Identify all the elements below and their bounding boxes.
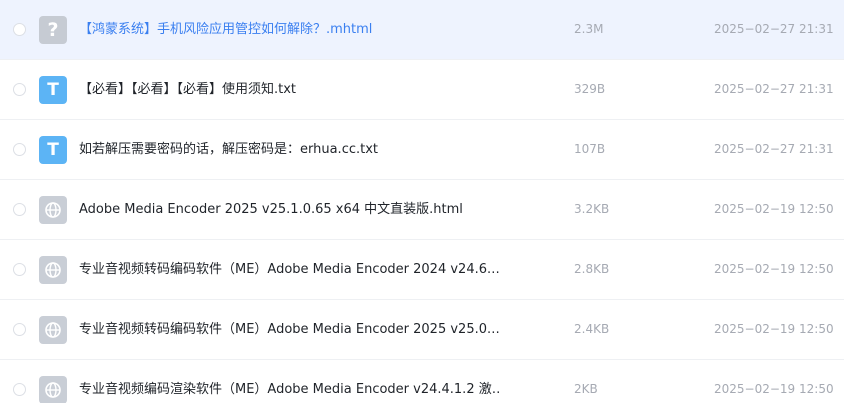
row-checkbox[interactable]	[13, 203, 26, 216]
web-file-icon	[39, 196, 67, 224]
row-checkbox[interactable]	[13, 143, 26, 156]
file-row[interactable]: Adobe Media Encoder 2025 v25.1.0.65 x64 …	[0, 180, 844, 240]
text-file-icon: T	[39, 136, 67, 164]
row-checkbox[interactable]	[13, 263, 26, 276]
file-date: 2025−02−27 21:31	[714, 22, 834, 36]
row-checkbox[interactable]	[13, 323, 26, 336]
file-size: 2KB	[574, 382, 598, 396]
file-date: 2025−02−27 21:31	[714, 82, 834, 96]
row-checkbox[interactable]	[13, 83, 26, 96]
row-checkbox[interactable]	[13, 383, 26, 396]
file-row[interactable]: 专业音视频编码渲染软件（ME）Adobe Media Encoder v24.4…	[0, 360, 844, 403]
file-row[interactable]: 专业音视频转码编码软件（ME）Adobe Media Encoder 2025 …	[0, 300, 844, 360]
web-file-icon	[39, 376, 67, 403]
file-name[interactable]: 专业音视频编码渲染软件（ME）Adobe Media Encoder v24.4…	[79, 360, 499, 403]
file-row[interactable]: T 【必看】【必看】【必看】使用须知.txt 329B 2025−02−27 2…	[0, 60, 844, 120]
web-file-icon	[39, 316, 67, 344]
row-checkbox[interactable]	[13, 23, 26, 36]
file-date: 2025−02−19 12:50	[714, 382, 834, 396]
question-icon: ?	[39, 16, 67, 44]
file-size: 2.4KB	[574, 322, 610, 336]
file-size: 3.2KB	[574, 202, 610, 216]
file-name[interactable]: 专业音视频转码编码软件（ME）Adobe Media Encoder 2025 …	[79, 300, 499, 359]
file-size: 2.8KB	[574, 262, 610, 276]
file-row[interactable]: T 如若解压需要密码的话，解压密码是：erhua.cc.txt 107B 202…	[0, 120, 844, 180]
file-date: 2025−02−19 12:50	[714, 202, 834, 216]
web-file-icon	[39, 256, 67, 284]
file-name[interactable]: Adobe Media Encoder 2025 v25.1.0.65 x64 …	[79, 180, 499, 239]
file-size: 107B	[574, 142, 606, 156]
file-size: 2.3M	[574, 22, 604, 36]
file-date: 2025−02−19 12:50	[714, 322, 834, 336]
file-size: 329B	[574, 82, 606, 96]
text-file-icon: T	[39, 76, 67, 104]
file-row[interactable]: ? 【鸿蒙系统】手机风险应用管控如何解除？.mhtml 2.3M 2025−02…	[0, 0, 844, 60]
file-name[interactable]: 如若解压需要密码的话，解压密码是：erhua.cc.txt	[79, 120, 499, 179]
file-row[interactable]: 专业音视频转码编码软件（ME）Adobe Media Encoder 2024 …	[0, 240, 844, 300]
file-name[interactable]: 专业音视频转码编码软件（ME）Adobe Media Encoder 2024 …	[79, 240, 499, 299]
file-date: 2025−02−27 21:31	[714, 142, 834, 156]
file-list: ? 【鸿蒙系统】手机风险应用管控如何解除？.mhtml 2.3M 2025−02…	[0, 0, 844, 403]
file-name[interactable]: 【鸿蒙系统】手机风险应用管控如何解除？.mhtml	[79, 0, 499, 59]
file-name[interactable]: 【必看】【必看】【必看】使用须知.txt	[79, 60, 499, 119]
file-date: 2025−02−19 12:50	[714, 262, 834, 276]
